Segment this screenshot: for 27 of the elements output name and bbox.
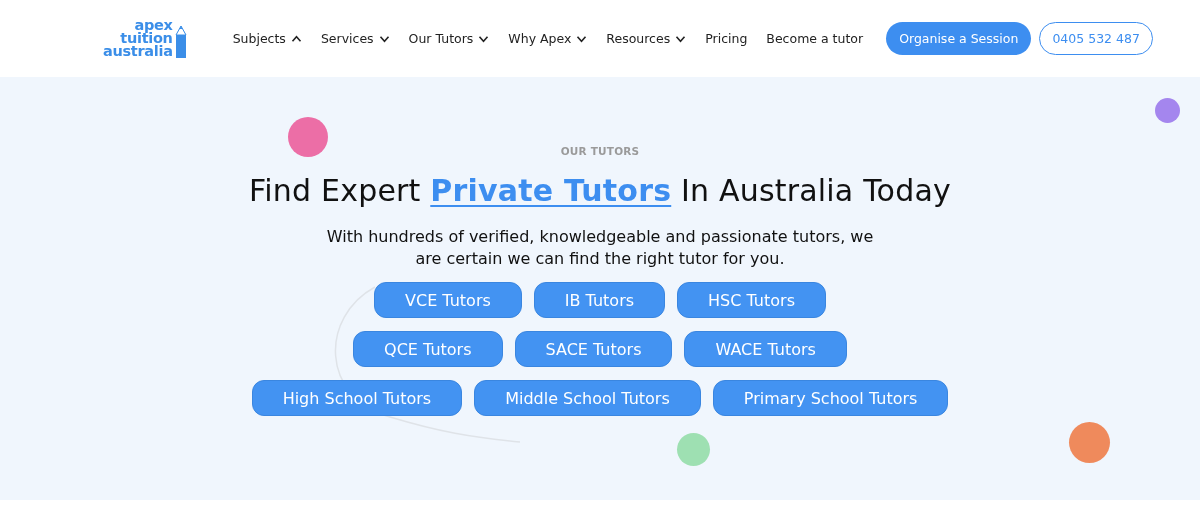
decorative-dot: [288, 117, 328, 157]
tutor-category-button[interactable]: HSC Tutors: [677, 282, 826, 318]
organise-session-button[interactable]: Organise a Session: [886, 22, 1032, 55]
decorative-dot: [677, 433, 710, 466]
tutor-category-button[interactable]: Primary School Tutors: [712, 380, 949, 416]
section-eyebrow: OUR TUTORS: [560, 145, 640, 157]
pencil-icon: [174, 25, 187, 58]
hero-heading: Find Expert Private Tutors In Australia Today: [249, 173, 951, 208]
phone-button[interactable]: 0405 532 487: [1039, 22, 1153, 55]
tutor-category-button[interactable]: High School Tutors: [251, 380, 463, 416]
tutor-category-button[interactable]: SACE Tutors: [514, 331, 673, 367]
nav-dropdown[interactable]: Services: [320, 31, 390, 46]
tutor-category-button[interactable]: QCE Tutors: [353, 331, 503, 367]
nav-link[interactable]: Pricing: [705, 31, 748, 46]
tutor-category-button[interactable]: Middle School Tutors: [474, 380, 701, 416]
nav-dropdown[interactable]: Resources: [606, 31, 687, 46]
nav-dropdown[interactable]: Our Tutors: [408, 31, 490, 46]
nav-dropdown[interactable]: Why Apex: [508, 31, 588, 46]
tutor-category-button[interactable]: IB Tutors: [533, 282, 666, 318]
nav-dropdown[interactable]: Subjects: [232, 31, 302, 46]
nav-link[interactable]: Become a tutor: [766, 31, 864, 46]
logo-text[interactable]: apex tuition australia: [103, 19, 173, 58]
hero-subtitle: With hundreds of verified, knowledgeable and passionate tutors, we are certain we can find the right tutor for you.: [325, 226, 875, 270]
decorative-dot: [1155, 98, 1180, 123]
decorative-dot: [1069, 422, 1110, 463]
tutor-category-button[interactable]: VCE Tutors: [374, 282, 522, 318]
tutor-category-button[interactable]: WACE Tutors: [684, 331, 847, 367]
